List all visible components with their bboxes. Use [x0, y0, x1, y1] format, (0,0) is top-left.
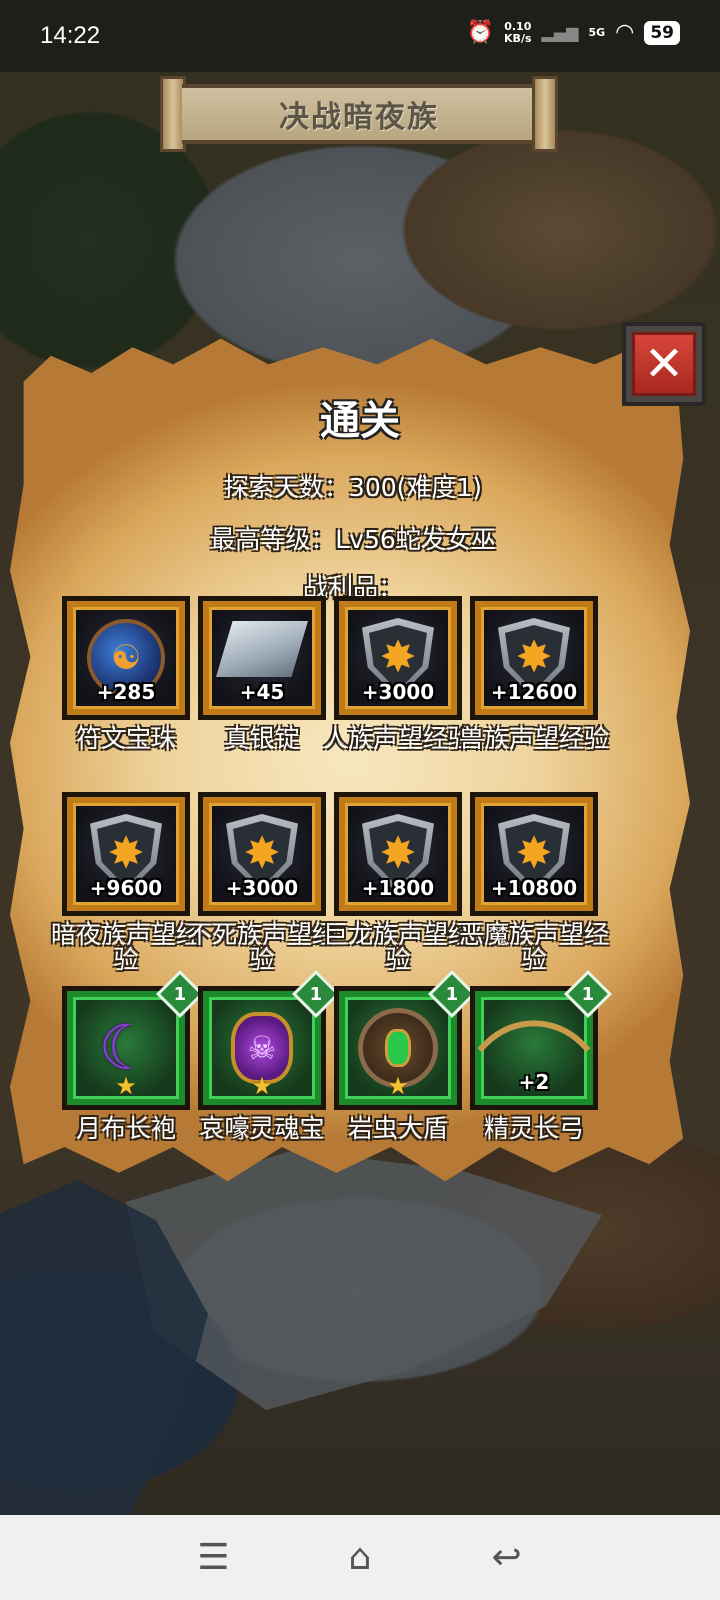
- close-icon: ✕: [632, 332, 696, 396]
- loot-item-soul-amulet[interactable]: ☠ ★ 1 哀嚎灵魂宝: [198, 969, 341, 1141]
- panel-title: 通关: [320, 398, 400, 444]
- title-banner: 决战暗夜族: [160, 76, 558, 152]
- status-bar: 14:22 ⏰ 0.10 KB/s ▂▄▆ 5G ◠ 59: [0, 0, 720, 72]
- loot-item-elven-longbow[interactable]: +2 1 精灵长弓: [470, 969, 613, 1141]
- item-name: 不死族声望经验: [187, 920, 338, 974]
- item-slot: ✸ +9600: [62, 792, 190, 916]
- item-name: 人族声望经验: [323, 724, 474, 753]
- item-slot: ✸ +1800: [334, 792, 462, 916]
- item-slot: ✸ +12600: [470, 596, 598, 720]
- back-icon[interactable]: ↩: [477, 1537, 537, 1578]
- item-quantity: +10800: [490, 876, 578, 900]
- item-slot: +2 1: [470, 969, 613, 1110]
- status-icons: ⏰ 0.10 KB/s ▂▄▆ 5G ◠ 59: [467, 20, 680, 45]
- item-quantity: +2: [518, 1070, 550, 1094]
- item-name: 精灵长弓: [483, 1114, 584, 1143]
- net-speed-unit: KB/s: [504, 31, 532, 45]
- loot-item-undead-reputation[interactable]: ✸ +3000 不死族声望经验: [187, 792, 337, 972]
- star-icon: ★: [251, 1072, 273, 1100]
- item-name: 恶魔族声望经验: [459, 920, 610, 974]
- item-name: 真银锭: [224, 724, 300, 753]
- item-quantity: +1800: [361, 876, 435, 900]
- item-name: 岩虫大盾: [347, 1114, 448, 1143]
- home-icon[interactable]: ⌂: [330, 1537, 390, 1578]
- max-level-text: 最高等级：Lv56蛇发女巫: [210, 525, 496, 554]
- silver-ingot-icon: [216, 621, 308, 677]
- item-quantity: +45: [239, 680, 285, 704]
- banner-roll-right: [532, 76, 558, 152]
- item-name: 兽族声望经验: [459, 724, 610, 753]
- item-slot: ✸ +3000: [198, 792, 326, 916]
- item-name: 符文宝珠: [75, 724, 176, 753]
- menu-icon[interactable]: ☰: [183, 1537, 243, 1578]
- item-slot: ✸ +10800: [470, 792, 598, 916]
- star-icon: ★: [115, 1072, 137, 1100]
- item-slot: ✸ +3000: [334, 596, 462, 720]
- item-quantity: +9600: [89, 876, 163, 900]
- item-slot: +45: [198, 596, 326, 720]
- net-speed: 0.10 KB/s: [504, 20, 532, 45]
- loot-item-beast-reputation[interactable]: ✸ +12600 兽族声望经验: [459, 596, 609, 751]
- signal-icon: ▂▄▆: [541, 23, 579, 42]
- status-time: 14:22: [40, 22, 101, 49]
- network-type: 5G: [588, 25, 606, 39]
- item-quantity: +3000: [361, 680, 435, 704]
- item-quantity: +3000: [225, 876, 299, 900]
- item-slot: ☯ +285: [62, 596, 190, 720]
- item-quantity: +12600: [490, 680, 578, 704]
- item-slot: ☠ ★ 1: [198, 969, 341, 1110]
- item-name: 暗夜族声望经验: [51, 920, 202, 974]
- loot-item-rune-orb[interactable]: ☯ +285 符文宝珠: [62, 596, 190, 751]
- battery-indicator: 59: [644, 20, 680, 45]
- item-name: 月布长袍: [75, 1114, 176, 1143]
- banner-title: 决战暗夜族: [279, 100, 439, 135]
- explore-days-text: 探索天数：300(难度1): [223, 473, 483, 502]
- loot-item-silver-ingot[interactable]: +45 真银锭: [198, 596, 326, 751]
- item-name: 哀嚎灵魂宝: [199, 1114, 325, 1143]
- loot-item-human-reputation[interactable]: ✸ +3000 人族声望经验: [323, 596, 473, 751]
- loot-item-nightelf-reputation[interactable]: ✸ +9600 暗夜族声望经验: [51, 792, 201, 972]
- item-slot: ★ 1: [334, 969, 477, 1110]
- loot-item-rockworm-shield[interactable]: ★ 1 岩虫大盾: [334, 969, 477, 1141]
- star-icon: ★: [387, 1072, 409, 1100]
- item-name: 巨龙族声望经验: [323, 920, 474, 974]
- loot-item-demon-reputation[interactable]: ✸ +10800 恶魔族声望经验: [459, 792, 609, 972]
- item-slot: ☾ ★ 1: [62, 969, 205, 1110]
- item-quantity: +285: [96, 680, 156, 704]
- wifi-icon: ◠: [615, 20, 635, 45]
- loot-item-moon-robe[interactable]: ☾ ★ 1 月布长袍: [62, 969, 205, 1141]
- alarm-icon: ⏰: [466, 20, 495, 45]
- system-nav-bar: ☰ ⌂ ↩: [0, 1515, 720, 1600]
- moon-robe-icon: ☾: [98, 1011, 154, 1084]
- loot-item-dragon-reputation[interactable]: ✸ +1800 巨龙族声望经验: [323, 792, 473, 972]
- banner-body: 决战暗夜族: [182, 84, 536, 144]
